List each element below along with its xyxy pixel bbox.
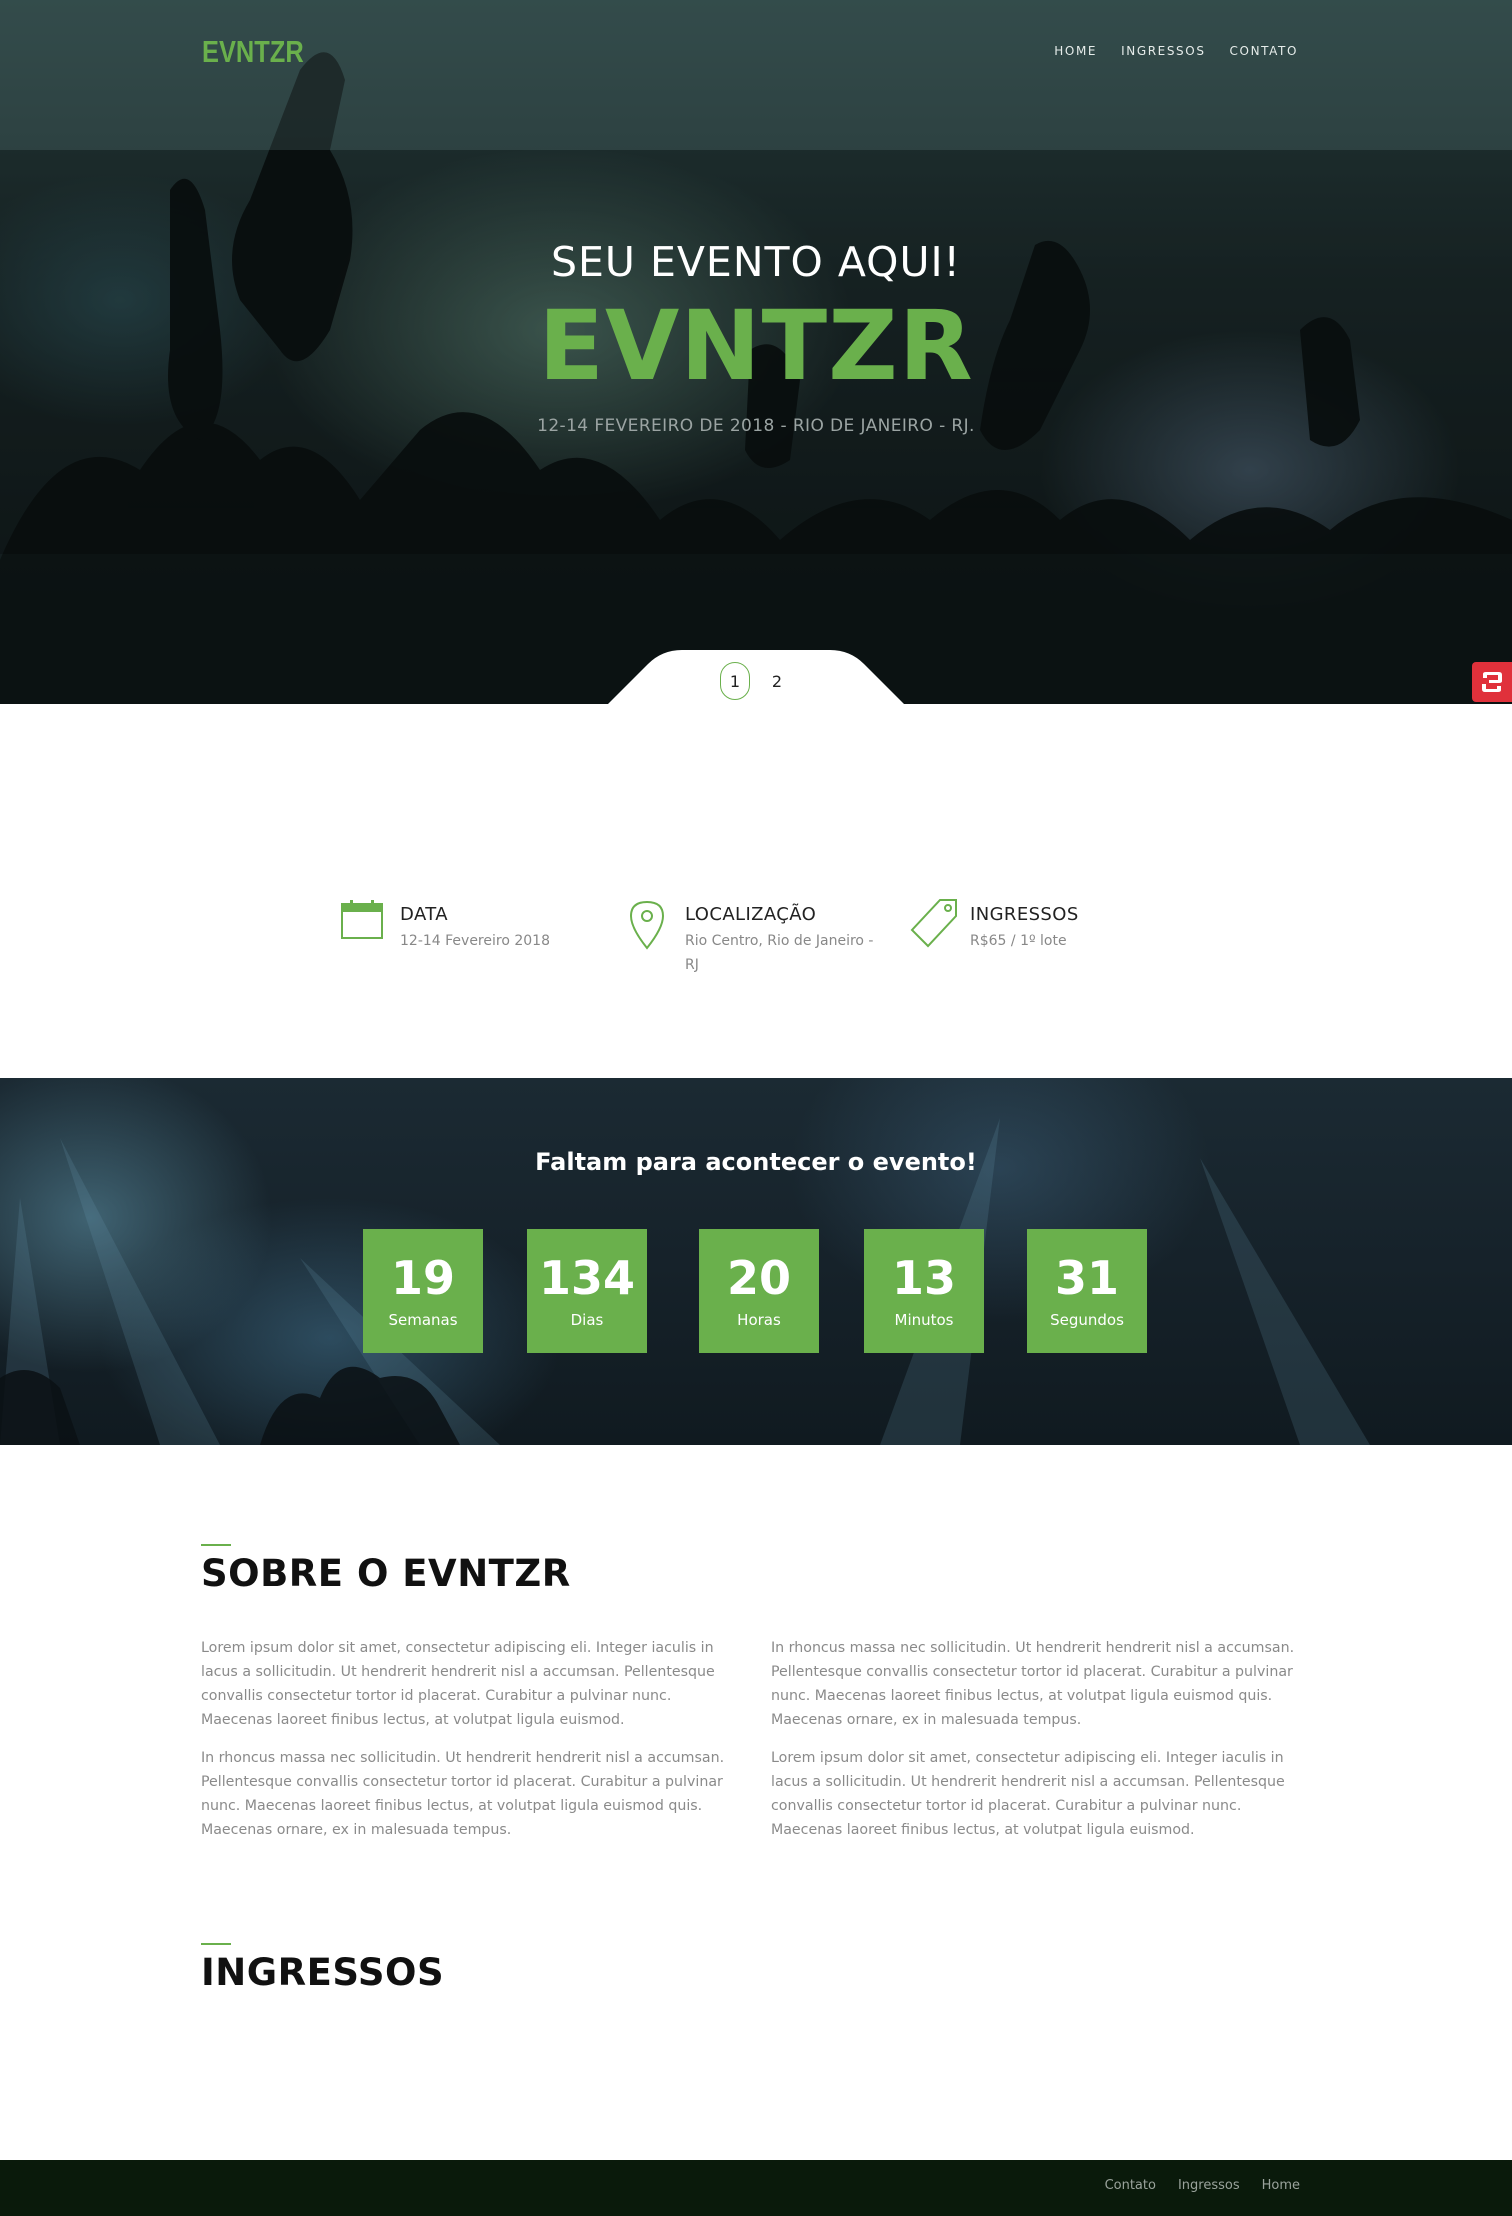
info-tickets-title: INGRESSOS	[970, 904, 1079, 925]
tickets-title: INGRESSOS	[201, 1951, 445, 1994]
nav-home-link[interactable]: HOME	[1054, 44, 1097, 58]
hero-subtitle: SEU EVENTO AQUI!	[551, 238, 961, 286]
footer-nav: Contato Ingressos Home	[1105, 2178, 1300, 2193]
info-location-value: Rio Centro, Rio de Janeiro - RJ	[685, 933, 874, 973]
countdown-title: Faltam para acontecer o evento!	[535, 1148, 977, 1176]
countdown-days: 134 Dias	[527, 1229, 647, 1353]
countdown-weeks: 19 Semanas	[363, 1229, 483, 1353]
countdown-hours-label: Horas	[737, 1311, 781, 1329]
countdown-hours: 20 Horas	[699, 1229, 819, 1353]
hero-title: EVNTZR	[538, 290, 974, 402]
countdown-minutes: 13 Minutos	[864, 1229, 984, 1353]
header-bar	[0, 0, 1512, 150]
about-left-paragraph-1: Lorem ipsum dolor sit amet, consectetur …	[201, 1640, 715, 1728]
hero-text: SEU EVENTO AQUI! EVNTZR 12-14 FEVEREIRO …	[0, 238, 1512, 436]
chat-widget-icon	[1482, 672, 1502, 692]
info-location-title: LOCALIZAÇÃO	[685, 904, 817, 925]
about-title-rule	[201, 1544, 231, 1546]
info-date: DATA 12-14 Fevereiro 2018	[340, 898, 625, 977]
calendar-icon	[340, 898, 400, 977]
about-left-column: Lorem ipsum dolor sit amet, consectetur …	[201, 1636, 741, 1856]
slide-dot-1[interactable]: 1	[720, 662, 750, 700]
info-date-value: 12-14 Fevereiro 2018	[400, 933, 550, 949]
countdown-days-value: 134	[538, 1251, 636, 1305]
about-right-paragraph-1: In rhoncus massa nec sollicitudin. Ut he…	[771, 1640, 1295, 1728]
countdown-section: Faltam para acontecer o evento! 19 Seman…	[0, 1078, 1512, 1445]
countdown-minutes-value: 13	[891, 1251, 956, 1305]
info-tickets: INGRESSOS R$65 / 1º lote	[910, 898, 1195, 977]
nav-ingressos-link[interactable]: INGRESSOS	[1121, 44, 1205, 58]
countdown-weeks-value: 19	[390, 1251, 455, 1305]
brand-logo[interactable]: EVNTZR	[202, 34, 304, 70]
countdown-seconds-label: Segundos	[1050, 1311, 1124, 1329]
info-date-title: DATA	[400, 904, 448, 925]
countdown-hours-value: 20	[726, 1251, 791, 1305]
countdown-days-label: Dias	[570, 1311, 604, 1329]
countdown-minutes-label: Minutos	[894, 1311, 954, 1329]
event-info: DATA 12-14 Fevereiro 2018 LOCALIZAÇÃO Ri…	[340, 898, 1195, 977]
slide-dot-2[interactable]: 2	[762, 662, 792, 700]
hero-date-location: 12-14 FEVEREIRO DE 2018 - RIO DE JANEIRO…	[537, 416, 975, 436]
main-nav: HOME INGRESSOS CONTATO	[1054, 44, 1298, 58]
about-right-paragraph-2: Lorem ipsum dolor sit amet, consectetur …	[771, 1750, 1285, 1838]
tag-icon	[910, 898, 970, 977]
location-pin-icon	[625, 898, 685, 977]
about-right-column: In rhoncus massa nec sollicitudin. Ut he…	[771, 1636, 1311, 1856]
tickets-title-rule	[201, 1943, 231, 1945]
footer-ingressos-link[interactable]: Ingressos	[1178, 2178, 1240, 2193]
footer: Contato Ingressos Home	[0, 2160, 1512, 2216]
info-location: LOCALIZAÇÃO Rio Centro, Rio de Janeiro -…	[625, 898, 910, 977]
chat-widget-button[interactable]	[1472, 662, 1512, 702]
about-title: SOBRE O EVNTZR	[201, 1552, 571, 1595]
countdown-seconds-value: 31	[1054, 1251, 1119, 1305]
countdown-weeks-label: Semanas	[388, 1311, 458, 1329]
hero-section: EVNTZR HOME INGRESSOS CONTATO SEU EVENTO…	[0, 0, 1512, 704]
slider-pagination: 1 2	[608, 650, 904, 704]
footer-contato-link[interactable]: Contato	[1105, 2178, 1156, 2193]
countdown-seconds: 31 Segundos	[1027, 1229, 1147, 1353]
about-left-paragraph-2: In rhoncus massa nec sollicitudin. Ut he…	[201, 1750, 725, 1838]
info-tickets-value: R$65 / 1º lote	[970, 933, 1067, 949]
footer-home-link[interactable]: Home	[1262, 2178, 1300, 2193]
nav-contato-link[interactable]: CONTATO	[1230, 44, 1298, 58]
